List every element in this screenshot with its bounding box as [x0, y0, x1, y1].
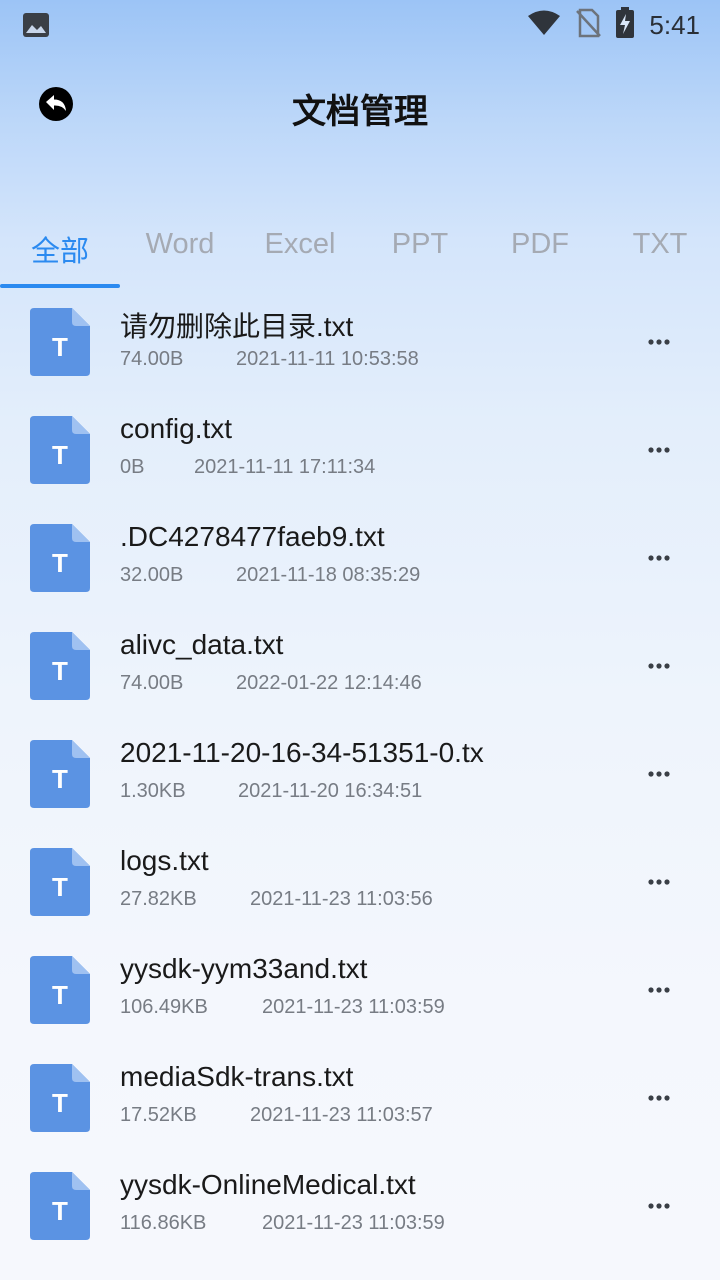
file-size: 1.30KB	[120, 780, 186, 802]
file-item[interactable]: T yysdk-yym33and.txt 106.49KB 2021-11-23…	[0, 936, 720, 1044]
txt-file-icon: T	[30, 740, 90, 808]
tab-pdf[interactable]: PDF	[480, 228, 600, 261]
svg-text:T: T	[52, 548, 68, 578]
file-size: 74.00B	[120, 672, 184, 694]
more-options-button[interactable]	[636, 432, 682, 468]
file-size: 17.52KB	[120, 1104, 197, 1126]
battery-charging-icon	[615, 7, 635, 43]
file-item[interactable]: T .DC4278477faeb9.txt 32.00B 2021-11-18 …	[0, 504, 720, 612]
category-tabs: 全部 Word Excel PPT PDF TXT	[0, 212, 720, 290]
file-name: .DC4278477faeb9.txt	[120, 521, 385, 552]
file-name: config.txt	[120, 413, 233, 444]
file-item[interactable]: T 2021-11-20-16-34-51351-0.tx 1.30KB 202…	[0, 720, 720, 828]
file-item[interactable]: T alivc_data.txt 74.00B 2022-01-22 12:14…	[0, 612, 720, 720]
file-size: 27.82KB	[120, 888, 197, 910]
tab-word[interactable]: Word	[120, 228, 240, 261]
file-name: alivc_data.txt	[120, 629, 284, 660]
file-date: 2022-01-22 12:14:46	[236, 672, 422, 694]
more-icon	[648, 987, 670, 993]
file-date: 2021-11-23 11:03:59	[262, 996, 445, 1018]
svg-text:T: T	[52, 764, 68, 794]
no-sim-icon	[575, 8, 602, 42]
file-size: 0B	[120, 456, 145, 478]
wifi-icon	[527, 10, 561, 40]
file-name: yysdk-OnlineMedical.txt	[120, 1169, 416, 1200]
svg-text:T: T	[52, 1196, 68, 1226]
clock: 5:41	[649, 9, 700, 40]
file-item[interactable]: T mediaSdk-trans.txt 17.52KB 2021-11-23 …	[0, 1044, 720, 1152]
file-list: T 请勿删除此目录.txt 74.00B 2021-11-11 10:53:58…	[0, 288, 720, 1260]
tab-excel[interactable]: Excel	[240, 228, 360, 261]
tab-txt[interactable]: TXT	[600, 228, 720, 261]
more-options-button[interactable]	[636, 756, 682, 792]
file-date: 2021-11-23 11:03:57	[250, 1104, 433, 1126]
more-options-button[interactable]	[636, 324, 682, 360]
svg-text:T: T	[52, 1088, 68, 1118]
more-options-button[interactable]	[636, 1080, 682, 1116]
txt-file-icon: T	[30, 956, 90, 1024]
tab-ppt[interactable]: PPT	[360, 228, 480, 261]
file-size: 106.49KB	[120, 996, 208, 1018]
status-bar: 5:41	[0, 0, 720, 50]
status-icons: 5:41	[527, 7, 700, 43]
txt-file-icon: T	[30, 308, 90, 376]
more-icon	[648, 879, 670, 885]
tab-all[interactable]: 全部	[0, 228, 120, 270]
file-date: 2021-11-11 10:53:58	[236, 348, 419, 370]
more-options-button[interactable]	[636, 1188, 682, 1224]
more-icon	[648, 339, 670, 345]
file-date: 2021-11-23 11:03:59	[262, 1212, 445, 1234]
more-icon	[648, 663, 670, 669]
file-item[interactable]: T config.txt 0B 2021-11-11 17:11:34	[0, 396, 720, 504]
more-options-button[interactable]	[636, 972, 682, 1008]
file-name: 请勿删除此目录.txt	[120, 311, 354, 342]
more-icon	[648, 447, 670, 453]
file-item[interactable]: T logs.txt 27.82KB 2021-11-23 11:03:56	[0, 828, 720, 936]
svg-text:T: T	[52, 872, 68, 902]
more-options-button[interactable]	[636, 864, 682, 900]
more-icon	[648, 771, 670, 777]
more-icon	[648, 555, 670, 561]
svg-text:T: T	[52, 980, 68, 1010]
txt-file-icon: T	[30, 524, 90, 592]
svg-text:T: T	[52, 332, 68, 362]
file-name: mediaSdk-trans.txt	[120, 1061, 354, 1092]
image-notification-icon	[22, 12, 50, 42]
file-date: 2021-11-20 16:34:51	[238, 780, 423, 802]
more-options-button[interactable]	[636, 648, 682, 684]
file-size: 74.00B	[120, 348, 184, 370]
file-date: 2021-11-18 08:35:29	[236, 564, 421, 586]
more-icon	[648, 1203, 670, 1209]
file-name: yysdk-yym33and.txt	[120, 953, 368, 984]
more-icon	[648, 1095, 670, 1101]
page-title: 文档管理	[292, 92, 428, 132]
txt-file-icon: T	[30, 416, 90, 484]
file-date: 2021-11-23 11:03:56	[250, 888, 433, 910]
file-date: 2021-11-11 17:11:34	[194, 456, 376, 478]
txt-file-icon: T	[30, 1172, 90, 1240]
file-name: 2021-11-20-16-34-51351-0.tx	[120, 737, 484, 768]
file-name: logs.txt	[120, 845, 209, 876]
file-item[interactable]: T yysdk-OnlineMedical.txt 116.86KB 2021-…	[0, 1152, 720, 1260]
file-size: 32.00B	[120, 564, 184, 586]
txt-file-icon: T	[30, 1064, 90, 1132]
more-options-button[interactable]	[636, 540, 682, 576]
svg-text:T: T	[52, 656, 68, 686]
file-item[interactable]: T 请勿删除此目录.txt 74.00B 2021-11-11 10:53:58	[0, 288, 720, 396]
svg-text:T: T	[52, 440, 68, 470]
header: 文档管理	[0, 70, 720, 140]
file-size: 116.86KB	[120, 1212, 207, 1234]
txt-file-icon: T	[30, 848, 90, 916]
txt-file-icon: T	[30, 632, 90, 700]
